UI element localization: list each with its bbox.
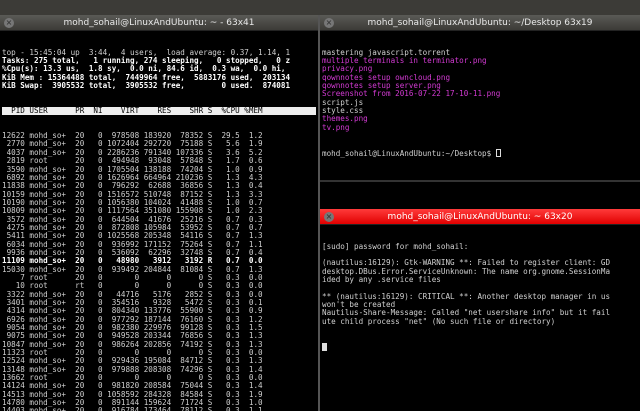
left-terminal-body[interactable]: top - 15:45:04 up 3:44, 4 users, load av… (0, 31, 318, 411)
process-table-header: PID USER PR NI VIRT RES SHR S %CPU %MEM (2, 106, 316, 116)
shell-prompt-line: mohd_sohail@LinuxAndUbuntu:~/Desktop$ (322, 148, 638, 158)
close-icon[interactable]: × (324, 18, 334, 28)
left-terminal-title: mohd_sohail@LinuxAndUbuntu: ~ - 63x41 (63, 17, 255, 28)
top-right-terminal-titlebar[interactable]: × mohd_sohail@LinuxAndUbuntu: ~/Desktop … (320, 15, 640, 31)
file-listing: mastering javascript.torrent multiple ter… (322, 48, 638, 132)
pane-divider-horizontal[interactable] (320, 180, 640, 209)
output-line: ided by any .service files (322, 275, 441, 285)
file-entry: style.css (322, 106, 364, 116)
file-entry: themes.png (322, 114, 368, 124)
close-icon[interactable]: × (324, 212, 334, 222)
output-line: [sudo] password for mohd_sohail: (322, 241, 469, 251)
file-entry: Screenshot from 2016-07-22 17-10-11.png (322, 89, 501, 99)
process-table: 12622 mohd_so+ 20 0 978508 183920 78352 … (2, 131, 316, 411)
shell-prompt: mohd_sohail@LinuxAndUbuntu:~/Desktop$ (322, 148, 496, 158)
bottom-right-terminal-titlebar[interactable]: × mohd_sohail@LinuxAndUbuntu: ~ 63x20 (320, 209, 640, 225)
left-terminal-pane[interactable]: × mohd_sohail@LinuxAndUbuntu: ~ - 63x41 … (0, 15, 318, 411)
bottom-right-terminal-title: mohd_sohail@LinuxAndUbuntu: ~ 63x20 (387, 211, 573, 222)
file-entry: script.js (322, 97, 364, 107)
cursor (322, 342, 327, 351)
left-terminal-titlebar[interactable]: × mohd_sohail@LinuxAndUbuntu: ~ - 63x41 (0, 15, 318, 31)
top-right-terminal-pane[interactable]: × mohd_sohail@LinuxAndUbuntu: ~/Desktop … (320, 15, 640, 180)
file-entry: tv.png (322, 122, 350, 132)
close-icon[interactable]: × (4, 18, 14, 28)
cursor-line (322, 342, 638, 351)
top-summary-line: KiB Swap: 3905532 total, 3905532 free, 0… (2, 81, 291, 91)
top-right-terminal-title: mohd_sohail@LinuxAndUbuntu: ~/Desktop 63… (367, 17, 593, 28)
bottom-right-terminal-body[interactable]: [sudo] password for mohd_sohail: (nautilu… (320, 225, 640, 411)
terminal-output: [sudo] password for mohd_sohail: (nautilu… (322, 241, 638, 326)
process-row: 14403 mohd_so+ 20 0 916784 173464 78112 … (2, 406, 263, 411)
output-line: ute child process "net" (No such file or… (322, 316, 556, 326)
top-right-terminal-body[interactable]: mastering javascript.torrent multiple ter… (320, 31, 640, 180)
top-summary: top - 15:45:04 up 3:44, 4 users, load av… (2, 48, 316, 91)
desktop-top-strip (0, 0, 640, 15)
bottom-right-terminal-pane[interactable]: × mohd_sohail@LinuxAndUbuntu: ~ 63x20 [s… (320, 209, 640, 411)
cursor (495, 148, 501, 157)
